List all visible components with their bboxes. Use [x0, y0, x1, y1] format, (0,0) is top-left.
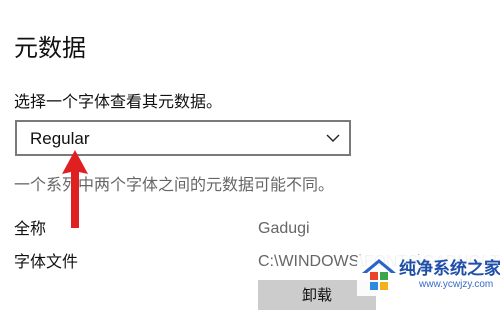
font-select-prompt: 选择一个字体查看其元数据。 [14, 92, 223, 111]
full-name-label: 全称 [14, 219, 47, 238]
chevron-down-icon [326, 134, 340, 142]
site-watermark: 纯净系统之家 www.ycwjzy.com [357, 255, 500, 296]
dropdown-selected-value: Regular [30, 129, 90, 148]
font-file-label: 字体文件 [14, 252, 79, 271]
full-name-value: Gadugi [258, 220, 310, 237]
watermark-url: www.ycwjzy.com [419, 279, 494, 290]
watermark-name: 纯净系统之家 [399, 259, 500, 279]
windows-house-logo [362, 259, 396, 290]
section-title: 元数据 [14, 34, 86, 62]
red-arrow-icon [62, 150, 88, 228]
